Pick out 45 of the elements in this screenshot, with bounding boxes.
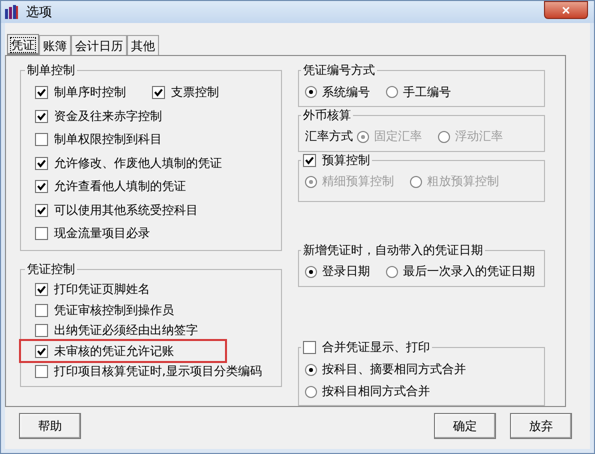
checkbox[interactable]: 现金流量项目必录 [35,225,150,242]
checkbox[interactable]: 资金及往来赤字控制 [35,108,162,125]
checkbox[interactable]: 制单权限控制到科目 [35,131,162,148]
checkbox[interactable]: 出纳凭证必须经由出纳签字 [35,322,198,340]
checkbox[interactable]: 允许查看他人填制的凭证 [35,178,186,196]
checkbox[interactable]: 支票控制 [152,84,219,102]
checkbox[interactable]: 预算控制 [303,152,370,169]
checkbox[interactable]: 打印项目核算凭证时,显示项目分类编码 [35,363,262,380]
radio-button[interactable]: 登录日期 [305,263,370,280]
group-title: 制单控制 [27,63,75,77]
checkmark-icon [37,112,46,121]
checkmark-icon [37,182,46,192]
tab[interactable]: 凭证 [7,34,39,56]
radio-button[interactable]: 手工编号 [386,84,451,100]
checkbox[interactable]: 可以使用其他系统受控科目 [35,202,198,219]
checkmark-icon [37,285,46,294]
app-icon [4,4,20,20]
checkmark-icon [37,88,46,98]
checkmark-icon [37,346,46,356]
checkbox[interactable]: 凭证审核控制到操作员 [35,302,174,319]
tab[interactable]: 其他 [127,35,159,55]
tab[interactable]: 会计日历 [71,35,127,55]
group-title: 新增凭证时，自动带入的凭证日期 [303,242,483,257]
field-label: 汇率方式 [305,128,353,146]
radio-button[interactable]: 按科目、摘要相同方式合并 [305,361,466,378]
help-button[interactable]: 帮助 [19,413,81,439]
radio-button[interactable]: 系统编号 [305,84,370,100]
checkbox[interactable]: 打印凭证页脚姓名 [35,281,150,298]
cancel-button[interactable]: 放弃 [510,413,572,439]
tab[interactable]: 账簿 [39,35,71,55]
group-title: 凭证控制 [27,262,75,276]
checkbox[interactable]: 允许修改、作废他人填制的凭证 [35,154,222,172]
checkmark-icon [305,156,314,165]
group-title: 外币核算 [303,108,351,122]
ok-button[interactable]: 确定 [434,413,496,439]
group-title: 凭证编号方式 [303,63,375,77]
checkbox[interactable]: 合并凭证显示、打印 [303,338,430,356]
checkbox[interactable]: 未审核的凭证允许记账 [35,342,174,360]
radio-button[interactable]: 按科目相同方式合并 [305,383,430,400]
checkmark-icon [37,206,46,215]
checkbox[interactable]: 制单序时控制 [35,84,126,102]
checkmark-icon [154,88,163,98]
window-title: 选项 [26,4,52,21]
radio-button[interactable]: 最后一次录入的凭证日期 [386,263,535,280]
checkmark-icon [37,158,46,168]
